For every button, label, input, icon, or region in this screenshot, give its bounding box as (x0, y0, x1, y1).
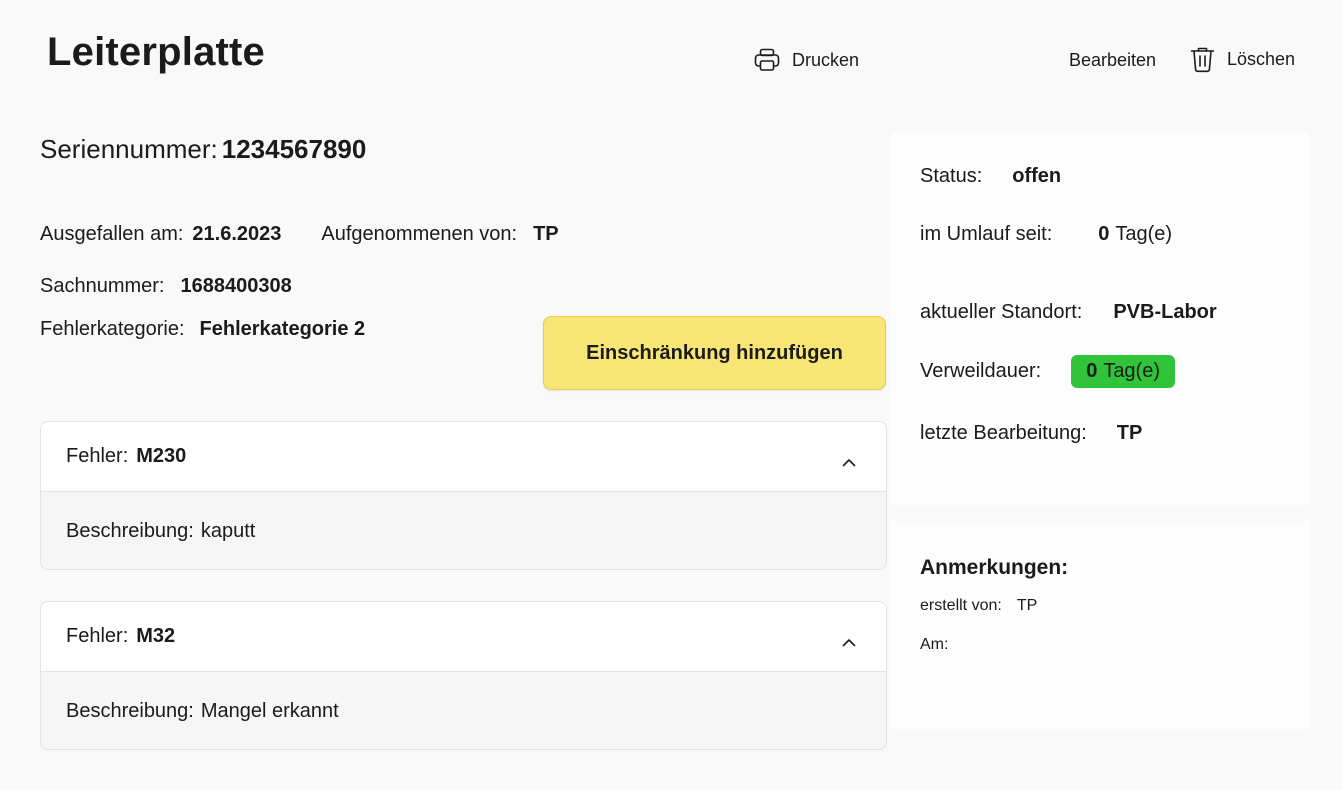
created-by-label: erstellt von: (920, 597, 1002, 614)
last-edit-value: TP (1116, 422, 1143, 444)
status-panel: Status: offen im Umlauf seit: 0 Tag(e) a… (891, 131, 1309, 505)
error-card-header[interactable]: Fehler: M32 (41, 602, 886, 672)
error-label: Fehler: (66, 445, 129, 467)
error-label: Fehler: (66, 625, 129, 647)
notes-title: Anmerkungen: (920, 556, 1069, 579)
error-category-row: Fehlerkategorie: Fehlerkategorie 2 (40, 318, 365, 341)
page-title: Leiterplatte (47, 30, 266, 74)
delete-label: Löschen (1227, 48, 1296, 69)
status-row: Status: offen (920, 165, 1061, 188)
recorded-by-value: TP (533, 223, 559, 245)
serial-label: Seriennummer: (40, 134, 218, 164)
edit-label: Bearbeiten (1069, 49, 1157, 70)
error-card-body: Beschreibung: Mangel erkannt (41, 672, 886, 723)
chevron-up-icon[interactable] (842, 450, 856, 473)
failed-label: Ausgefallen am: (40, 223, 184, 245)
circulation-unit: Tag(e) (1115, 223, 1173, 245)
location-value: PVB-Labor (1113, 301, 1217, 323)
print-button[interactable]: Drucken (754, 46, 859, 74)
circulation-row: im Umlauf seit: 0 Tag(e) (920, 223, 1172, 246)
location-row: aktueller Standort: PVB-Labor (920, 301, 1217, 324)
part-number-row: Sachnummer: 1688400308 (40, 275, 292, 298)
error-code: M230 (136, 445, 187, 467)
status-value: offen (1012, 165, 1062, 187)
trash-icon (1190, 46, 1215, 73)
dwell-badge: 0 Tag(e) (1071, 355, 1176, 388)
circulation-label: im Umlauf seit: (920, 223, 1053, 245)
part-number-label: Sachnummer: (40, 275, 165, 297)
location-label: aktueller Standort: (920, 301, 1083, 323)
description-value: kaputt (200, 520, 256, 542)
add-restriction-button[interactable]: Einschränkung hinzufügen (543, 316, 886, 390)
part-number-value: 1688400308 (180, 275, 292, 297)
error-category-value: Fehlerkategorie 2 (199, 318, 366, 340)
circulation-value: 0 (1098, 223, 1110, 245)
notes-date-label: Am: (920, 636, 949, 653)
dwell-label: Verweildauer: (920, 360, 1042, 382)
error-card-body: Beschreibung: kaputt (41, 492, 886, 543)
description-value: Mangel erkannt (200, 700, 339, 722)
error-code: M32 (136, 625, 176, 647)
delete-button[interactable]: Löschen (1190, 45, 1295, 73)
error-card: Fehler: M32 Beschreibung: Mangel erkannt (40, 601, 887, 750)
notes-created-by: erstellt von: TP (920, 597, 1037, 615)
notes-panel: Anmerkungen: erstellt von: TP Am: (891, 521, 1309, 729)
print-label: Drucken (792, 49, 860, 70)
created-by-value: TP (1016, 597, 1038, 614)
last-edit-row: letzte Bearbeitung: TP (920, 422, 1142, 445)
edit-button[interactable]: Bearbeiten (1069, 46, 1156, 74)
failure-info-row: Ausgefallen am: 21.6.2023 Aufgenommenen … (40, 223, 559, 246)
dwell-value: 0 (1086, 360, 1098, 382)
chevron-up-icon[interactable] (842, 630, 856, 653)
recorded-by-label: Aufgenommenen von: (321, 223, 518, 245)
description-label: Beschreibung: (66, 700, 194, 722)
error-card: Fehler: M230 Beschreibung: kaputt (40, 421, 887, 570)
printer-icon (754, 48, 780, 72)
serial-number: Seriennummer: 1234567890 (40, 134, 366, 165)
error-category-label: Fehlerkategorie: (40, 318, 185, 340)
description-label: Beschreibung: (66, 520, 194, 542)
dwell-row: Verweildauer: 0 Tag(e) (920, 355, 1176, 388)
error-card-header[interactable]: Fehler: M230 (41, 422, 886, 492)
serial-value: 1234567890 (221, 134, 367, 164)
last-edit-label: letzte Bearbeitung: (920, 422, 1087, 444)
failed-value: 21.6.2023 (192, 223, 282, 245)
dwell-unit: Tag(e) (1103, 360, 1161, 382)
status-label: Status: (920, 165, 983, 187)
